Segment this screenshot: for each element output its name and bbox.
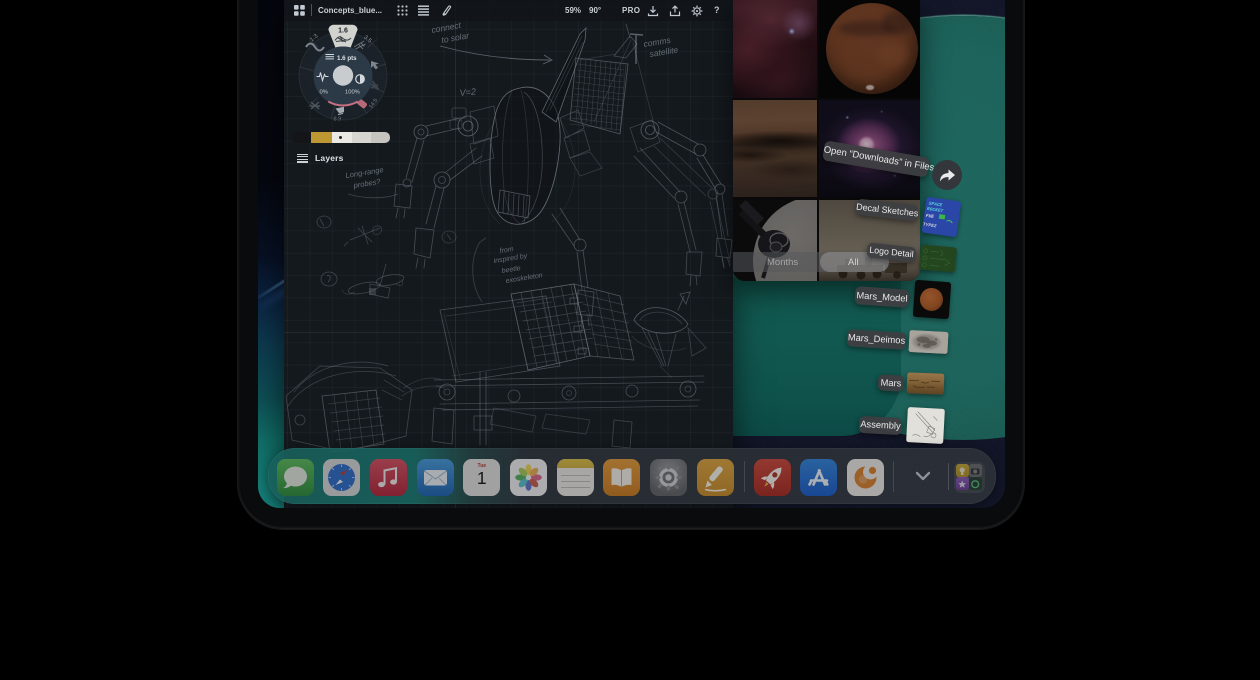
- svg-text:1.6 pts: 1.6 pts: [337, 55, 357, 62]
- svg-text:0%: 0%: [320, 90, 328, 96]
- svg-text:TYPE2: TYPE2: [922, 222, 938, 230]
- svg-text:beetle: beetle: [501, 265, 521, 275]
- svg-text:FUE: FUE: [925, 213, 935, 220]
- svg-text:V=2: V=2: [459, 86, 476, 98]
- svg-text:exoskeleton: exoskeleton: [505, 272, 543, 285]
- svg-text:from: from: [499, 246, 514, 255]
- svg-text:100%: 100%: [345, 90, 360, 96]
- svg-text:probes?: probes?: [352, 177, 382, 190]
- svg-text:8.9: 8.9: [334, 117, 342, 123]
- svg-text:1.6: 1.6: [338, 27, 348, 34]
- svg-text:inspired by: inspired by: [493, 253, 528, 265]
